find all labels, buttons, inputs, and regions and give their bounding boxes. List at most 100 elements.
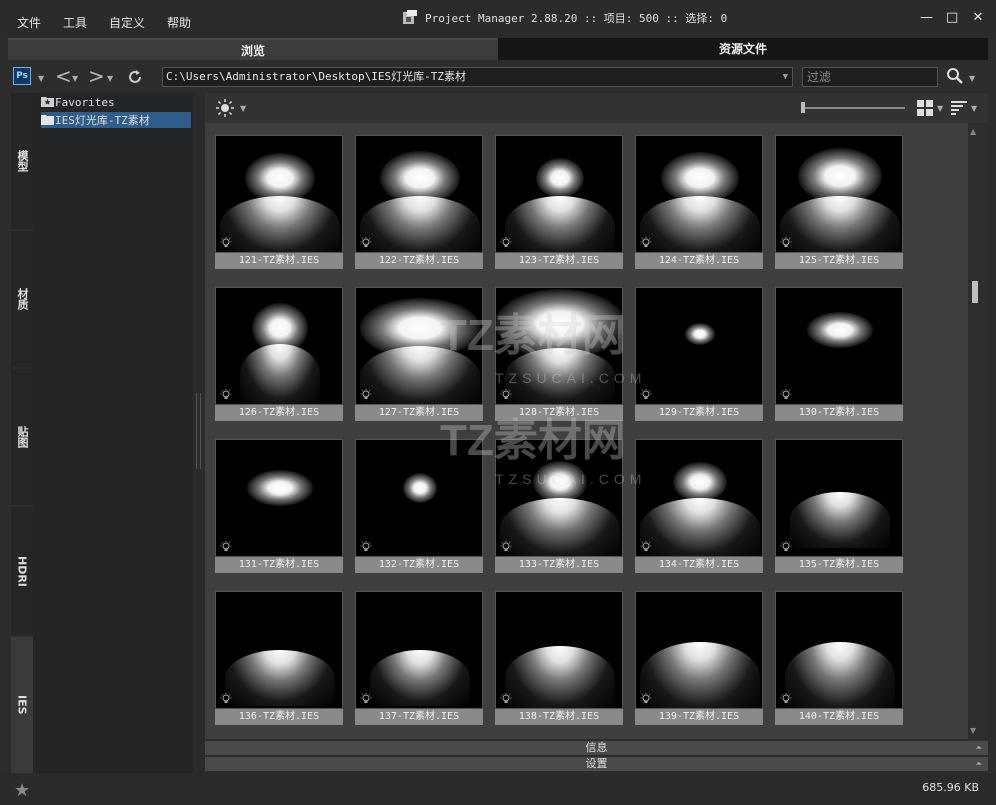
ies-preview-image[interactable] [775,439,903,557]
menu-help[interactable]: 帮助 [167,14,191,31]
close-button[interactable]: ✕ [972,10,984,25]
tree-item-favorites[interactable]: Favorites [41,94,191,110]
chevron-down-icon[interactable]: ▼ [937,104,943,113]
ies-preview-image[interactable] [355,135,483,253]
ies-thumbnail[interactable]: 130-TZ素材.IES [775,287,903,423]
photoshop-icon[interactable]: Ps [13,67,31,85]
chevron-down-icon[interactable]: ▼ [107,74,113,83]
ies-thumbnail[interactable]: 134-TZ素材.IES [635,439,763,575]
ies-preview-image[interactable] [355,591,483,709]
ies-preview-image[interactable] [635,439,763,557]
ies-thumbnail[interactable]: 140-TZ素材.IES [775,591,903,727]
ies-thumbnail[interactable]: 122-TZ素材.IES [355,135,483,271]
back-button[interactable]: < [55,64,72,88]
info-panel-bar[interactable]: 信息 ⏶ [205,741,988,755]
ies-thumbnail[interactable]: 128-TZ素材.IES [495,287,623,423]
light-cone [220,196,340,252]
menu-file[interactable]: 文件 [17,14,41,31]
side-tab-models[interactable]: 模型 [11,93,33,229]
slider-handle[interactable] [801,102,805,113]
ies-thumbnail[interactable]: 136-TZ素材.IES [215,591,343,727]
ies-preview-image[interactable] [215,287,343,405]
grid-view-icon[interactable] [917,100,933,116]
refresh-icon[interactable] [126,68,144,86]
tab-browse[interactable]: 浏览 [8,38,498,60]
favorite-star-icon[interactable]: ★ [14,780,30,801]
tree-item-ies-library[interactable]: IES灯光库-TZ素材 [41,112,191,128]
sort-icon[interactable] [951,101,967,115]
ies-file-label: 140-TZ素材.IES [775,709,903,725]
tab-resource-files[interactable]: 资源文件 [498,38,988,60]
light-bulb-icon [220,541,232,551]
chevron-up-icon[interactable]: ⏶ [976,757,982,771]
tree-item-label: IES灯光库-TZ素材 [55,114,150,127]
side-tab-hdri[interactable]: HDRI [11,507,33,635]
side-tab-materials[interactable]: 材质 [11,231,33,367]
panel-splitter[interactable] [193,93,205,773]
ies-thumbnail[interactable]: 121-TZ素材.IES [215,135,343,271]
ies-thumbnail[interactable]: 129-TZ素材.IES [635,287,763,423]
ies-preview-image[interactable] [495,135,623,253]
ies-preview-image[interactable] [355,439,483,557]
ies-preview-image[interactable] [635,591,763,709]
light-bulb-icon [780,237,792,247]
thumbnail-size-slider[interactable] [801,107,905,109]
ies-thumbnail[interactable]: 127-TZ素材.IES [355,287,483,423]
chevron-down-icon[interactable]: ▼ [38,74,44,83]
chevron-down-icon[interactable]: ▼ [783,68,788,86]
chevron-down-icon[interactable]: ▼ [969,74,975,83]
ies-thumbnail[interactable]: 123-TZ素材.IES [495,135,623,271]
light-cone [780,196,900,252]
minimize-button[interactable]: — [920,10,933,25]
ies-preview-image[interactable] [495,439,623,557]
ies-preview-image[interactable] [775,287,903,405]
ies-thumbnail[interactable]: 132-TZ素材.IES [355,439,483,575]
ies-preview-image[interactable] [355,287,483,405]
ies-preview-image[interactable] [495,591,623,709]
ies-preview-image[interactable] [635,135,763,253]
ies-preview-image[interactable] [635,287,763,405]
ies-thumbnail[interactable]: 138-TZ素材.IES [495,591,623,727]
scroll-down-icon[interactable]: ▼ [970,726,976,735]
settings-panel-bar[interactable]: 设置 ⏶ [205,757,988,771]
scroll-thumb[interactable] [972,281,978,303]
ies-thumbnail[interactable]: 139-TZ素材.IES [635,591,763,727]
menu-customize[interactable]: 自定义 [109,14,145,31]
ies-thumbnail[interactable]: 135-TZ素材.IES [775,439,903,575]
search-icon[interactable] [946,67,964,85]
vertical-scrollbar[interactable]: ▲ ▼ [968,123,988,739]
splitter-grip[interactable] [196,393,201,469]
ies-thumbnail[interactable]: 126-TZ素材.IES [215,287,343,423]
forward-button[interactable]: > [88,64,105,88]
ies-thumbnail[interactable]: 133-TZ素材.IES [495,439,623,575]
chevron-down-icon[interactable]: ▼ [971,104,977,113]
chevron-down-icon[interactable]: ▼ [240,104,246,113]
ies-preview-image[interactable] [215,135,343,253]
menu-tools[interactable]: 工具 [63,14,87,31]
content-toolbar: ▼ ▼ ▼ [205,93,988,123]
maximize-button[interactable]: □ [946,10,958,25]
light-bulb-icon [640,693,652,703]
side-tab-ies[interactable]: IES [11,637,33,773]
light-cone [790,492,890,548]
light-sun-icon[interactable] [215,98,235,118]
ies-preview-image[interactable] [215,439,343,557]
chevron-up-icon[interactable]: ⏶ [976,741,982,755]
ies-thumbnail[interactable]: 125-TZ素材.IES [775,135,903,271]
side-tab-label: 贴图 [16,426,29,448]
folder-tree: Favorites IES灯光库-TZ素材 [33,93,193,773]
ies-thumbnail[interactable]: 131-TZ素材.IES [215,439,343,575]
star-folder-icon [41,97,54,107]
scroll-up-icon[interactable]: ▲ [970,127,976,136]
chevron-down-icon[interactable]: ▼ [72,74,78,83]
ies-preview-image[interactable] [215,591,343,709]
ies-thumbnail[interactable]: 137-TZ素材.IES [355,591,483,727]
path-field[interactable]: C:\Users\Administrator\Desktop\IES灯光库-TZ… [162,67,793,87]
ies-preview-image[interactable] [495,287,623,405]
ies-preview-image[interactable] [775,135,903,253]
ies-thumbnail[interactable]: 124-TZ素材.IES [635,135,763,271]
ies-file-label: 132-TZ素材.IES [355,557,483,573]
side-tab-textures[interactable]: 贴图 [11,369,33,505]
ies-preview-image[interactable] [775,591,903,709]
filter-input[interactable]: 过滤 [802,67,938,87]
